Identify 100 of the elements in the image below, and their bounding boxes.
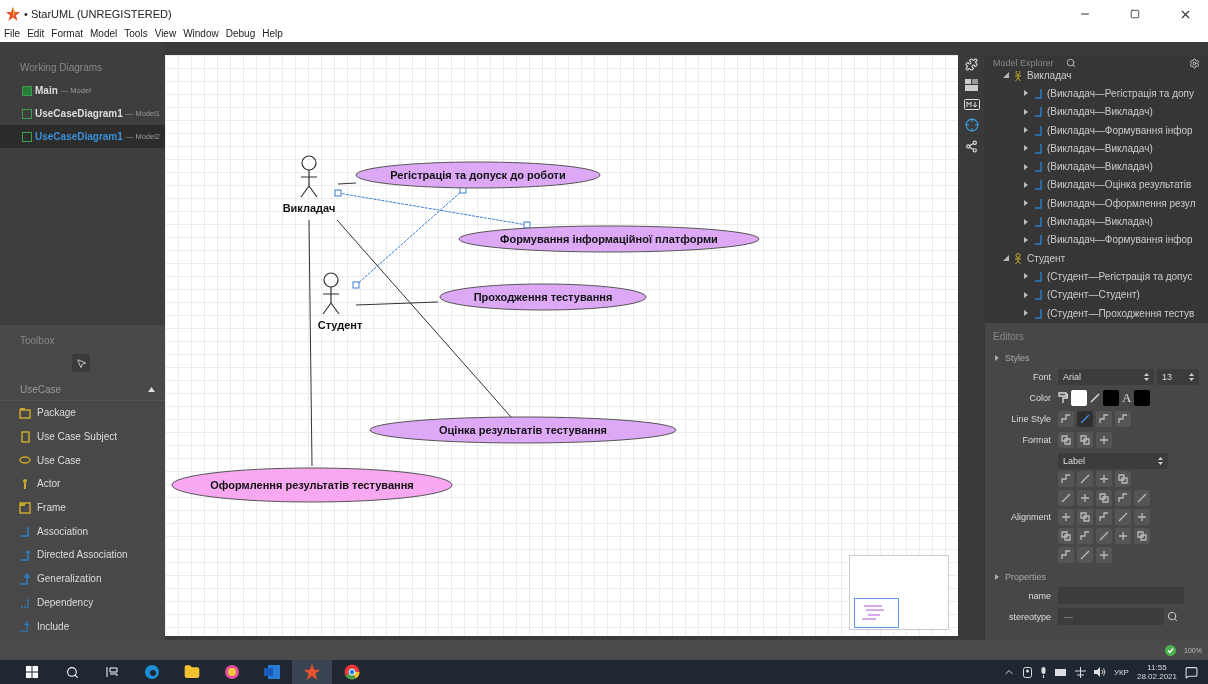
label-select[interactable]: Label <box>1058 452 1168 469</box>
webcam-icon[interactable] <box>1022 666 1032 678</box>
collapsed-arrow-icon[interactable] <box>1023 163 1029 170</box>
microphone-icon[interactable] <box>1039 666 1047 678</box>
clock[interactable]: 11:55 28.02.2021 <box>1136 663 1177 681</box>
menu-item[interactable]: Debug <box>225 28 256 40</box>
expanded-arrow-icon[interactable] <box>1003 72 1009 79</box>
volume-icon[interactable] <box>1093 667 1106 677</box>
tool-button[interactable] <box>1058 431 1074 448</box>
menu-item[interactable]: View <box>154 28 177 40</box>
tool-button[interactable] <box>1077 431 1093 448</box>
tool-button[interactable] <box>1077 471 1093 487</box>
expanded-arrow-icon[interactable] <box>995 355 999 361</box>
tool-button[interactable] <box>1115 509 1131 525</box>
tree-item[interactable]: (Викладач—Формування інфор <box>1047 234 1193 246</box>
collapsed-arrow-icon[interactable] <box>1023 236 1029 243</box>
tool-button[interactable] <box>1115 471 1131 487</box>
tool-item[interactable]: Use Case Subject <box>37 431 118 443</box>
tree-item[interactable]: (Викладач—Викладач) <box>1047 142 1153 154</box>
battery-icon[interactable] <box>1054 668 1067 676</box>
tool-button[interactable] <box>1058 471 1074 487</box>
font-select[interactable]: Arial <box>1058 368 1154 385</box>
tree-item[interactable]: (Викладач—Регістрація та допу <box>1047 87 1194 99</box>
color-swatch[interactable] <box>1103 389 1119 406</box>
collapsed-arrow-icon[interactable] <box>1023 310 1029 316</box>
tool-button[interactable] <box>1077 410 1093 427</box>
tree-item[interactable]: (Студент—Проходження тестув <box>1047 307 1195 319</box>
tree-item[interactable]: Викладач <box>1027 71 1072 81</box>
search-icon[interactable] <box>1167 611 1178 622</box>
tool-button[interactable] <box>1096 509 1112 525</box>
menu-item[interactable]: Tools <box>124 28 148 40</box>
collapsed-arrow-icon[interactable] <box>1023 200 1029 207</box>
menu-item[interactable]: Help <box>262 28 283 40</box>
tool-item[interactable]: Association <box>37 525 89 537</box>
diagram-canvas[interactable]: Викладач Студент Регістрація та допуск до роботи Формування інформаційної платформи Проходження тестування Оцінка результатів тестування Оформлення результатів тестування <box>165 55 958 636</box>
use-case[interactable]: Формування інформаційної платформи <box>458 225 760 253</box>
tool-item[interactable]: Package <box>37 407 76 419</box>
tool-button[interactable] <box>1096 431 1112 448</box>
collapse-icon[interactable] <box>148 386 155 392</box>
tool-button[interactable] <box>1096 410 1112 427</box>
menu-item[interactable]: Model <box>90 28 118 40</box>
markdown-icon[interactable] <box>963 99 980 110</box>
tool-item[interactable]: Frame <box>37 502 66 514</box>
tool-button[interactable] <box>1077 528 1093 544</box>
size-select[interactable]: 13 <box>1157 368 1199 385</box>
menu-item[interactable]: Window <box>183 28 219 40</box>
collapsed-arrow-icon[interactable] <box>1023 90 1029 97</box>
use-case[interactable]: Оформлення результатів тестування <box>171 467 453 503</box>
menu-item[interactable]: Edit <box>27 28 45 40</box>
tree-item[interactable]: (Студент—Регістрація та допус <box>1047 270 1193 282</box>
tool-button[interactable] <box>1115 410 1131 427</box>
tool-button[interactable] <box>1077 509 1093 525</box>
actor-figure[interactable] <box>322 272 340 315</box>
chrome-browser-icon[interactable] <box>344 664 360 680</box>
pointer-button[interactable] <box>72 354 90 372</box>
tool-item[interactable]: Dependency <box>37 596 94 608</box>
maximize-icon[interactable] <box>1130 9 1140 19</box>
expanded-arrow-icon[interactable] <box>1003 255 1009 262</box>
association-line[interactable] <box>308 219 313 467</box>
tree-item[interactable]: (Викладач—Оцінка результатів <box>1047 179 1192 191</box>
collapsed-arrow-icon[interactable] <box>1023 145 1029 152</box>
tool-button[interactable] <box>1096 547 1112 563</box>
tool-button[interactable] <box>1134 509 1150 525</box>
tool-button[interactable] <box>1058 509 1074 525</box>
notifications-icon[interactable] <box>1185 665 1198 679</box>
collapsed-arrow-icon[interactable] <box>1023 218 1029 225</box>
tool-button[interactable] <box>1058 528 1074 544</box>
tool-item[interactable]: Directed Association <box>37 549 128 561</box>
tree-item[interactable]: (Викладач—Викладач) <box>1047 106 1153 118</box>
tool-button[interactable] <box>1077 547 1093 563</box>
windows-start-icon[interactable] <box>26 666 38 678</box>
folder-icon[interactable] <box>184 664 200 680</box>
use-case[interactable]: Оцінка результатів тестування <box>369 416 677 444</box>
tool-button[interactable] <box>1058 410 1074 427</box>
tool-item[interactable]: Use Case <box>37 454 81 466</box>
tool-button[interactable] <box>1134 490 1150 506</box>
tool-button[interactable] <box>1096 471 1112 487</box>
tool-item[interactable]: Actor <box>37 478 61 490</box>
tool-button[interactable] <box>1096 528 1112 544</box>
settings-icon[interactable] <box>1189 57 1200 69</box>
collapsed-arrow-icon[interactable] <box>1023 181 1029 188</box>
app-icon[interactable] <box>224 664 240 680</box>
tree-item[interactable]: (Викладач—Оформлення резул <box>1047 197 1196 209</box>
tool-button[interactable] <box>1115 528 1131 544</box>
language-indicator[interactable]: УКР <box>1113 667 1129 677</box>
collapsed-arrow-icon[interactable] <box>1023 273 1029 280</box>
tool-button[interactable] <box>1058 547 1074 563</box>
tree-item[interactable]: (Студент—Студент) <box>1047 289 1140 301</box>
tool-button[interactable] <box>1134 528 1150 544</box>
menu-item[interactable]: File <box>4 28 21 40</box>
actor-figure[interactable] <box>300 155 318 198</box>
use-case[interactable]: Проходження тестування <box>439 283 647 311</box>
search-icon[interactable] <box>65 665 79 679</box>
input-field[interactable]: — <box>1058 608 1164 625</box>
document-app-icon[interactable] <box>264 665 280 679</box>
star-app-icon[interactable] <box>304 664 320 680</box>
tree-item[interactable]: Студент <box>1027 252 1066 264</box>
tool-button[interactable] <box>1115 490 1131 506</box>
tree-item[interactable]: (Викладач—Викладач) <box>1047 161 1153 173</box>
tree-item[interactable]: (Викладач—Формування інфор <box>1047 124 1193 136</box>
